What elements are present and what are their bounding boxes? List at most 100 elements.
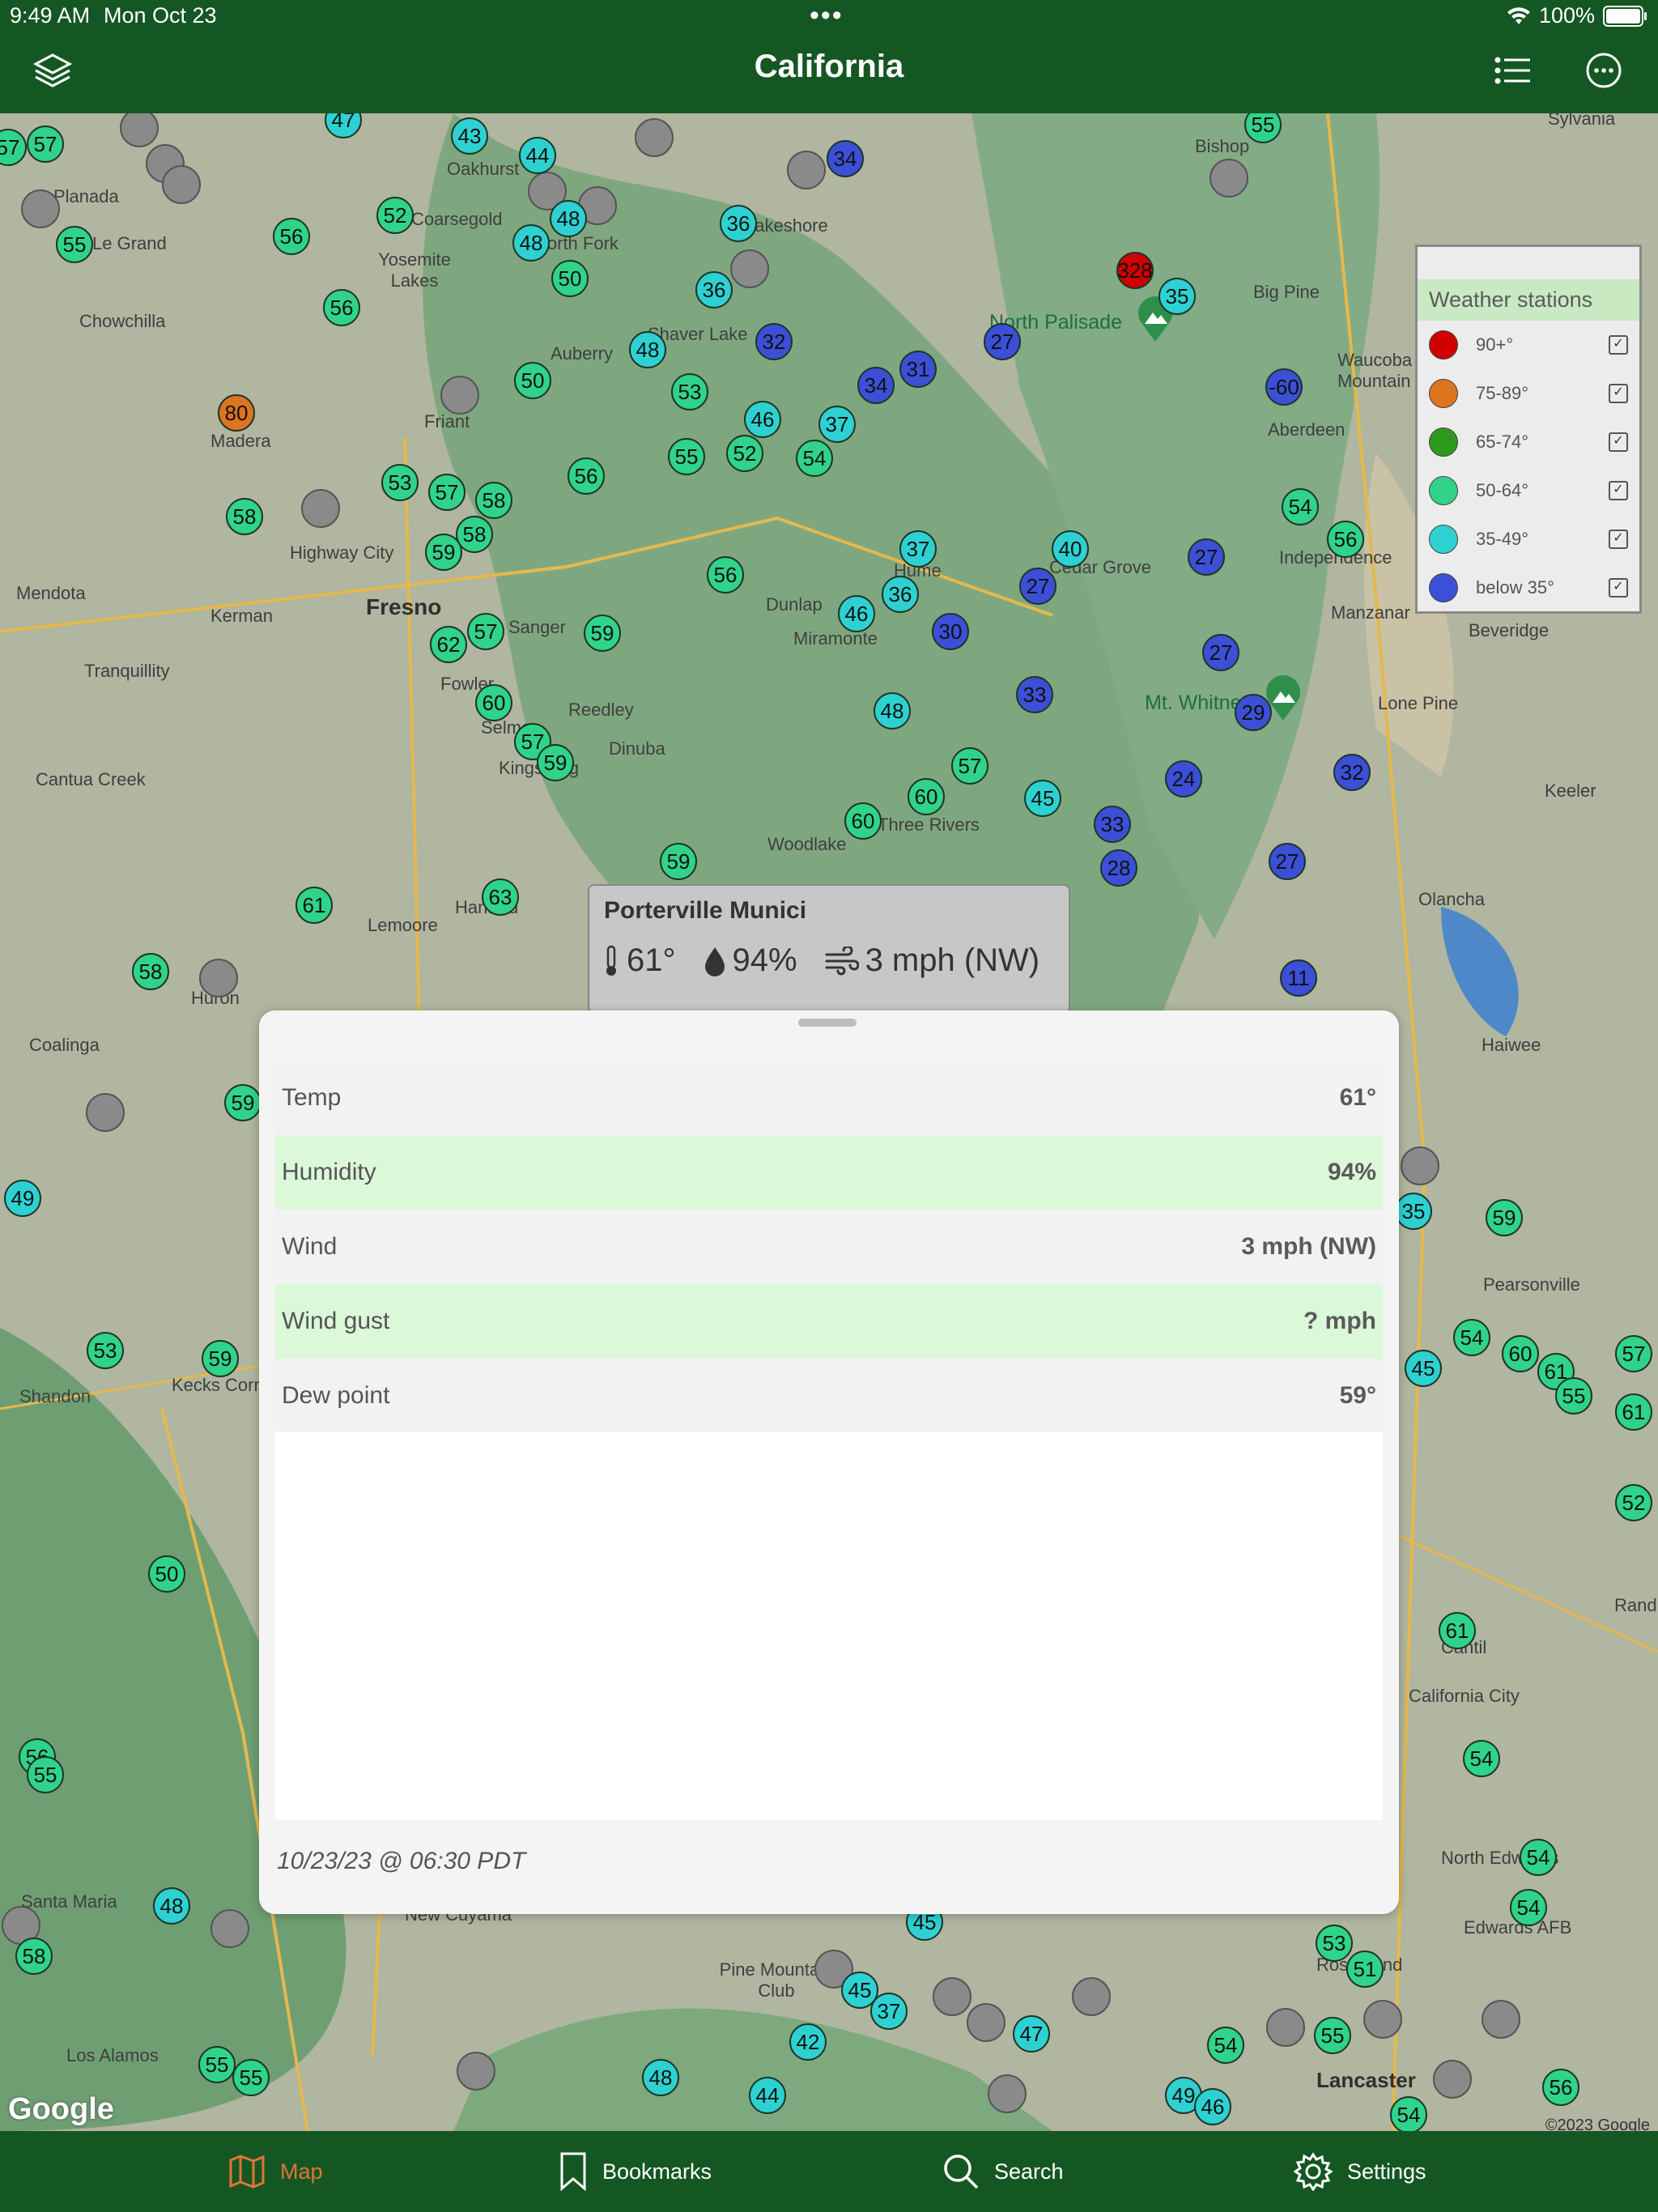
station-marker[interactable]: 59 [660,843,697,880]
station-marker[interactable]: 27 [984,323,1021,360]
station-marker[interactable]: 80 [218,394,255,432]
station-marker-nodata[interactable] [933,1977,971,2016]
station-marker-nodata[interactable] [967,2003,1005,2042]
station-marker[interactable]: 42 [789,2023,827,2061]
legend-item-90[interactable]: 90+° ✓ [1418,321,1639,369]
station-marker[interactable]: 52 [1615,1484,1652,1521]
station-marker[interactable]: 55 [56,226,93,263]
station-marker-nodata[interactable] [21,189,60,228]
station-marker[interactable]: 56 [568,457,605,495]
station-marker[interactable]: 43 [451,117,488,155]
station-marker[interactable]: 27 [1269,843,1306,880]
station-marker-nodata[interactable] [730,249,769,288]
station-marker[interactable]: 60 [844,802,882,840]
station-marker[interactable]: 53 [1316,1925,1353,1962]
station-marker[interactable]: 44 [519,137,556,174]
station-marker[interactable]: 49 [4,1180,41,1217]
station-marker[interactable]: 61 [1615,1393,1652,1431]
station-marker[interactable]: 55 [1555,1377,1592,1414]
station-marker[interactable]: 328 [1116,252,1154,289]
station-marker[interactable]: 56 [1542,2069,1579,2106]
list-button[interactable] [1493,50,1533,91]
station-marker[interactable]: 54 [1463,1740,1500,1777]
station-marker[interactable]: 46 [838,595,875,632]
sheet-grabber-handle[interactable] [798,1019,857,1027]
station-marker[interactable]: 52 [726,435,763,472]
station-marker[interactable]: 54 [1390,2096,1427,2131]
station-marker[interactable]: 56 [707,556,744,593]
station-marker-nodata[interactable] [1401,1146,1439,1185]
legend-item-below-35[interactable]: below 35° ✓ [1418,564,1639,612]
station-marker[interactable]: 54 [1207,2027,1244,2064]
station-marker[interactable]: 29 [1235,694,1272,731]
station-marker[interactable]: 57 [951,747,988,785]
station-marker[interactable]: 28 [1100,849,1137,887]
checkbox[interactable]: ✓ [1609,578,1628,598]
station-marker[interactable]: 34 [827,140,864,177]
legend-item-35-49[interactable]: 35-49° ✓ [1418,515,1639,564]
station-marker[interactable]: 51 [1346,1950,1384,1988]
station-marker[interactable]: 33 [1094,806,1131,843]
checkbox[interactable]: ✓ [1609,335,1628,355]
station-marker[interactable]: 53 [87,1332,124,1369]
checkbox[interactable]: ✓ [1609,432,1628,452]
checkbox[interactable]: ✓ [1609,384,1628,403]
tab-bookmarks[interactable]: Bookmarks [559,2149,712,2194]
station-marker[interactable]: 46 [1194,2088,1231,2125]
station-marker[interactable]: 55 [668,438,705,475]
tab-search[interactable]: Search [942,2149,1064,2194]
station-marker[interactable]: 35 [1395,1193,1432,1230]
station-marker-nodata[interactable] [457,2052,495,2091]
station-marker-nodata[interactable] [440,376,479,415]
station-marker[interactable]: 48 [550,200,587,237]
legend-item-75-89[interactable]: 75-89° ✓ [1418,369,1639,418]
station-marker[interactable]: 37 [899,530,937,568]
station-marker[interactable]: 45 [1405,1350,1442,1387]
station-marker[interactable]: 56 [273,218,310,255]
station-marker-nodata[interactable] [988,2074,1027,2113]
station-marker[interactable]: 63 [482,878,519,916]
station-marker[interactable]: 56 [1327,521,1364,558]
station-marker[interactable]: 56 [323,289,360,326]
station-marker-nodata[interactable] [210,1909,249,1948]
station-marker-nodata[interactable] [199,959,238,998]
station-marker[interactable]: 30 [932,613,969,650]
station-marker[interactable]: 31 [899,351,937,388]
station-marker[interactable]: 58 [132,953,169,990]
station-marker[interactable]: -60 [1265,368,1303,406]
station-marker[interactable]: 57 [428,474,466,511]
station-marker[interactable]: 60 [908,778,945,815]
station-marker[interactable]: 55 [1314,2017,1351,2054]
station-marker-nodata[interactable] [1482,2000,1520,2039]
station-marker[interactable]: 62 [430,626,467,663]
station-marker[interactable]: 52 [376,197,414,234]
station-marker[interactable]: 53 [381,464,419,501]
station-marker[interactable]: 11 [1280,959,1317,997]
station-marker[interactable]: 48 [512,224,550,262]
station-marker-nodata[interactable] [1072,1977,1111,2016]
station-marker[interactable]: 59 [224,1084,261,1121]
station-marker-nodata[interactable] [162,165,201,204]
station-marker[interactable]: 40 [1052,530,1089,568]
station-marker[interactable]: 35 [1158,278,1196,315]
station-marker[interactable]: 57 [1615,1335,1652,1372]
station-marker[interactable]: 33 [1016,676,1053,713]
checkbox[interactable]: ✓ [1609,481,1628,500]
station-marker[interactable]: 58 [15,1938,53,1975]
station-marker-nodata[interactable] [635,118,674,157]
tab-settings[interactable]: Settings [1294,2149,1426,2194]
station-marker[interactable]: 48 [874,692,911,730]
station-marker[interactable]: 53 [671,373,708,410]
station-marker[interactable]: 54 [796,440,833,477]
station-marker[interactable]: 36 [695,271,733,308]
station-marker-nodata[interactable] [1363,2000,1402,2039]
station-marker[interactable]: 27 [1188,538,1225,576]
station-marker[interactable]: 58 [475,482,512,519]
station-marker[interactable]: 50 [551,260,589,297]
station-detail-sheet[interactable]: Temp 61° Humidity 94% Wind 3 mph (NW) Wi… [259,1010,1399,1914]
station-marker[interactable]: 47 [1013,2015,1050,2052]
checkbox[interactable]: ✓ [1609,530,1628,549]
station-marker[interactable]: 55 [232,2059,270,2096]
station-marker[interactable]: 48 [629,331,666,368]
station-marker[interactable]: 57 [27,125,64,163]
